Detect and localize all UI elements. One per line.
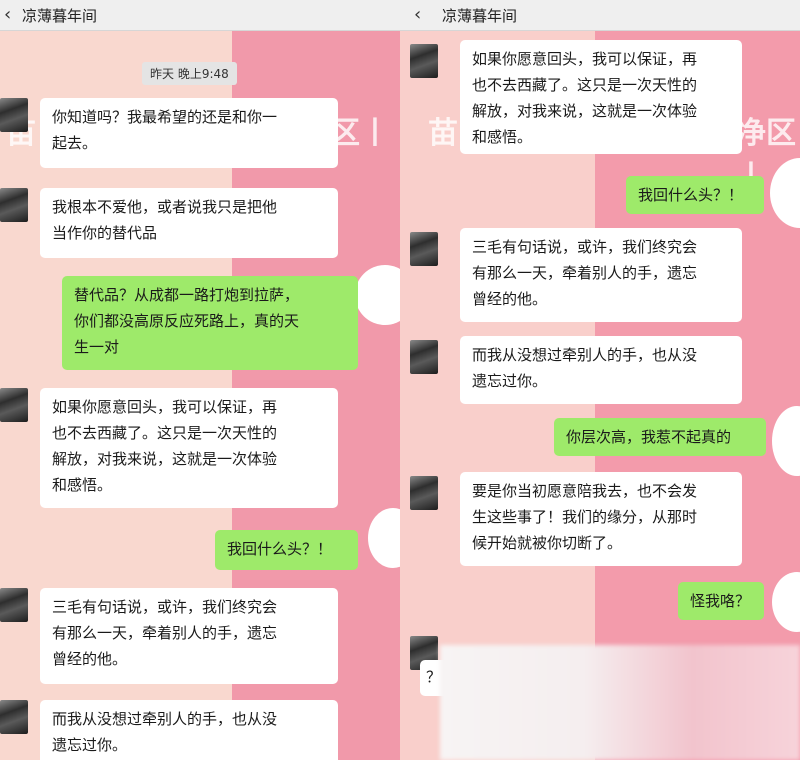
chat-title: 凉薄暮年间 xyxy=(22,7,98,25)
chat-header: ‹ 凉薄暮年间 xyxy=(0,0,400,31)
message-bubble-incoming[interactable]: 我根本不爱他，或者说我只是把他 当作你的替代品 xyxy=(40,188,338,258)
message-bubble-incoming[interactable]: 如果你愿意回头，我可以保证，再 也不去西藏了。这只是一次天性的 解放，对我来说，… xyxy=(40,388,338,508)
avatar[interactable] xyxy=(410,340,438,374)
avatar[interactable] xyxy=(0,188,28,222)
avatar[interactable] xyxy=(0,588,28,622)
message-bubble-incoming[interactable]: 你知道吗？我最希望的还是和你一 起去。 xyxy=(40,98,338,168)
timestamp: 昨天 晚上9:48 xyxy=(142,62,237,85)
avatar[interactable] xyxy=(0,388,28,422)
message-bubble-incoming[interactable]: 要是你当初愿意陪我去，也不会发 生这些事了！我们的缘分，从那时 候开始就被你切断… xyxy=(460,472,742,566)
message-bubble-incoming[interactable]: 而我从没想过牵别人的手，也从没 遗忘过你。 xyxy=(40,700,338,760)
avatar[interactable] xyxy=(410,232,438,266)
back-icon[interactable]: ‹ xyxy=(4,4,11,25)
chat-header: ·· ‹ 凉薄暮年间 xyxy=(400,0,800,31)
message-bubble-outgoing[interactable]: 替代品？从成都一路打炮到拉萨， 你们都没高原反应死路上，真的天 生一对 xyxy=(62,276,358,370)
message-bubble-outgoing[interactable]: 你层次高，我惹不起真的 xyxy=(554,418,766,456)
back-icon[interactable]: ‹ xyxy=(414,4,421,25)
message-bubble-incoming[interactable]: 三毛有句话说，或许，我们终究会 有那么一天，牵着别人的手，遗忘 曾经的他。 xyxy=(40,588,338,684)
right-chat-screenshot: 苗 净区丨 ·· ‹ 凉薄暮年间 如果你愿意回头，我可以保证，再 也不去西藏了。… xyxy=(400,0,800,760)
left-chat-screenshot: 苗 净区丨 ‹ 凉薄暮年间 昨天 晚上9:48 你知道吗？我最希望的还是和你一 … xyxy=(0,0,400,760)
message-bubble-incoming[interactable]: 而我从没想过牵别人的手，也从没 遗忘过你。 xyxy=(460,336,742,404)
message-bubble-outgoing[interactable]: 我回什么头？！ xyxy=(626,176,764,214)
message-bubble-incoming[interactable]: 三毛有句话说，或许，我们终究会 有那么一天，牵着别人的手，遗忘 曾经的他。 xyxy=(460,228,742,322)
message-bubble-incoming[interactable]: 如果你愿意回头，我可以保证，再 也不去西藏了。这只是一次天性的 解放，对我来说，… xyxy=(460,40,742,154)
watermark-left: 苗 xyxy=(428,116,458,151)
avatar[interactable] xyxy=(0,700,28,734)
avatar[interactable] xyxy=(410,476,438,510)
avatar[interactable] xyxy=(410,44,438,78)
avatar[interactable] xyxy=(0,98,28,132)
message-bubble-outgoing[interactable]: 怪我咯？ xyxy=(678,582,764,620)
chat-title: 凉薄暮年间 xyxy=(442,7,518,25)
blurred-region xyxy=(440,645,800,760)
message-bubble-outgoing[interactable]: 我回什么头？！ xyxy=(215,530,358,570)
